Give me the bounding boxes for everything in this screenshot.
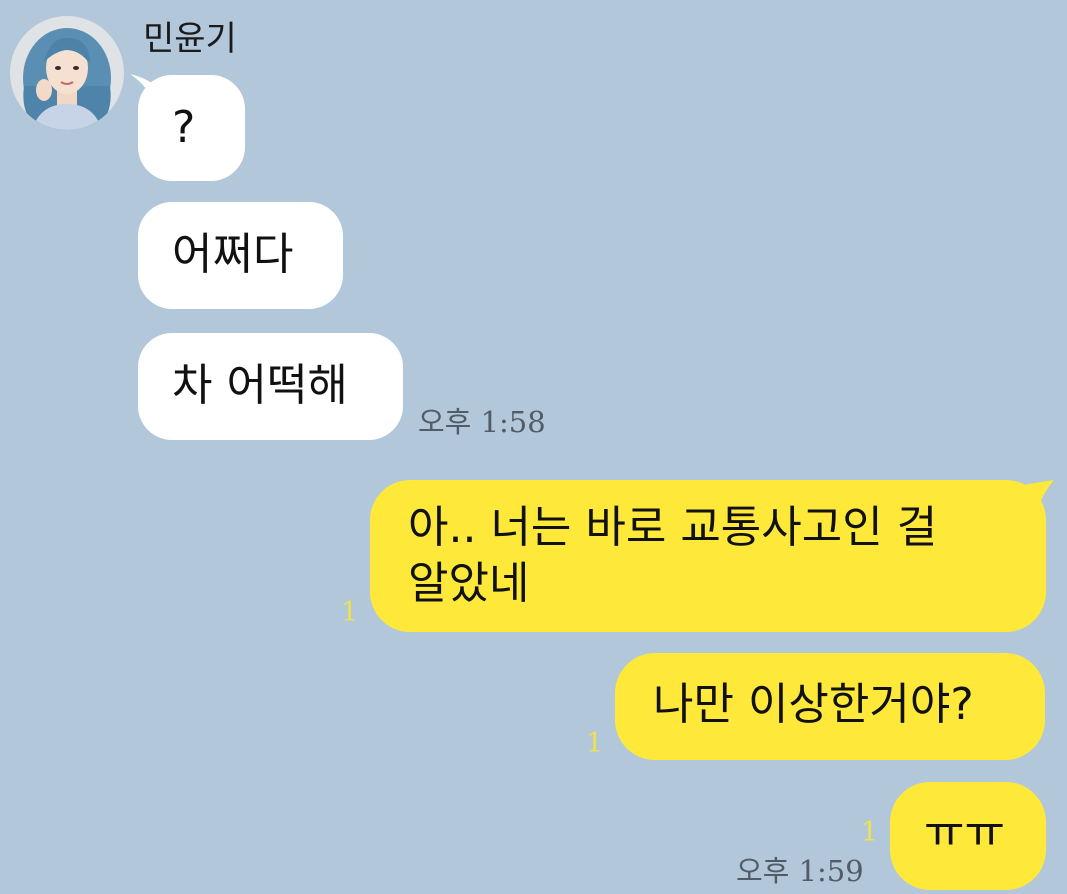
message-text-line: 아.. 너는 바로 교통사고인 걸 bbox=[408, 502, 938, 553]
unread-count: 1 bbox=[861, 817, 879, 848]
unread-count: 1 bbox=[341, 597, 359, 628]
outgoing-message-bubble[interactable]: ㅠㅠ bbox=[890, 782, 1046, 890]
message-text: 나만 이상한거야? bbox=[653, 679, 974, 730]
incoming-message-bubble[interactable]: 차 어떡해 bbox=[138, 333, 403, 440]
unread-count: 1 bbox=[586, 728, 604, 759]
message-text: 차 어떡해 bbox=[172, 360, 348, 411]
chat-room: 민윤기 ? 어쩌다 차 어떡해 오후 1:58 아.. 너는 바로 교통사고인 … bbox=[0, 0, 1067, 894]
message-text-line: 알았네 bbox=[408, 558, 530, 609]
message-text: ㅠㅠ bbox=[924, 807, 1005, 858]
message-text: ? bbox=[172, 102, 196, 153]
sender-avatar[interactable] bbox=[10, 16, 124, 130]
message-timestamp: 오후 1:58 bbox=[418, 405, 546, 439]
incoming-message-bubble[interactable]: ? bbox=[138, 75, 245, 181]
message-timestamp: 오후 1:59 bbox=[736, 854, 864, 888]
message-text: 어쩌다 bbox=[172, 229, 294, 280]
incoming-message-bubble[interactable]: 어쩌다 bbox=[138, 202, 343, 309]
outgoing-message-bubble[interactable]: 아.. 너는 바로 교통사고인 걸 알았네 bbox=[370, 480, 1046, 632]
sender-name: 민윤기 bbox=[143, 19, 237, 59]
outgoing-message-bubble[interactable]: 나만 이상한거야? bbox=[615, 653, 1045, 760]
